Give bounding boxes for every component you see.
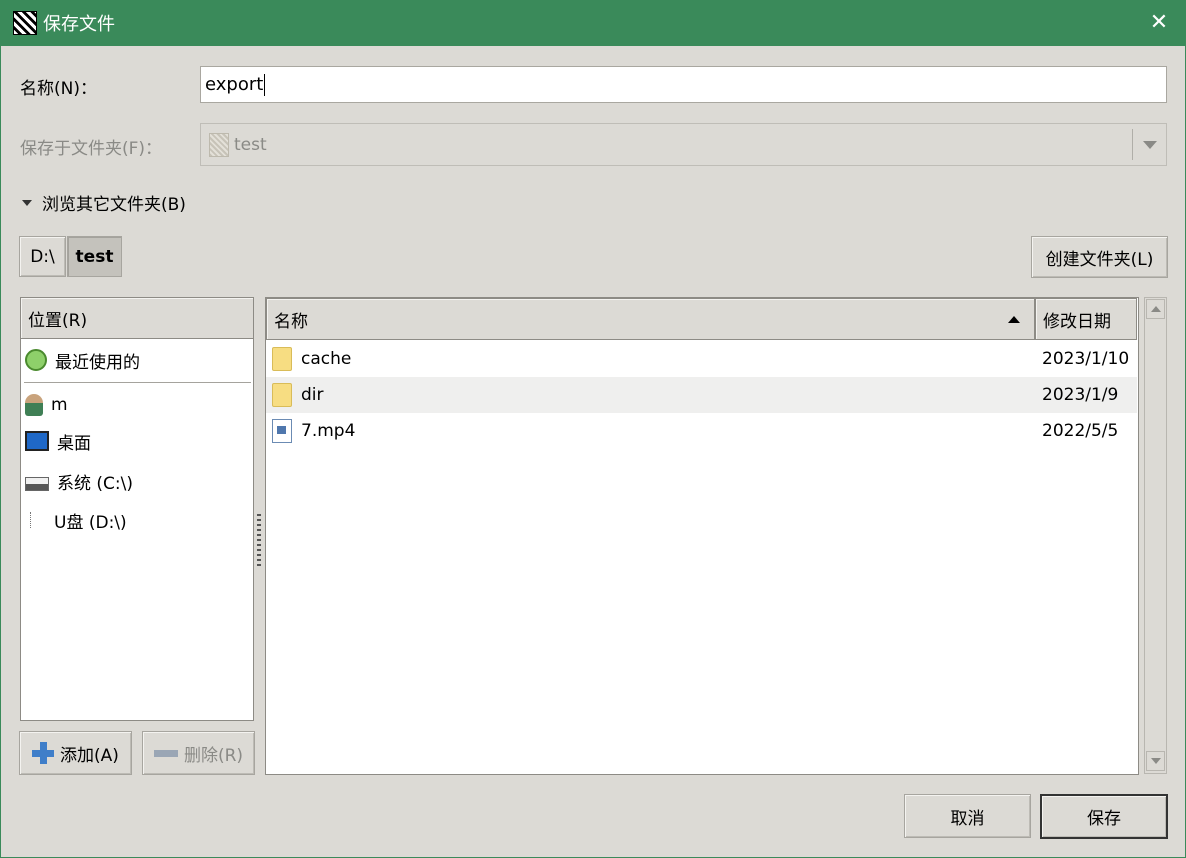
file-date: 2023/1/10 — [1042, 349, 1130, 369]
plus-icon — [32, 742, 55, 764]
cancel-label: 取消 — [950, 808, 985, 829]
folder-icon — [272, 347, 292, 371]
file-name: cache — [301, 349, 352, 369]
recent-icon — [25, 349, 47, 371]
cancel-button[interactable]: 取消 — [904, 794, 1031, 838]
place-recent[interactable]: 最近使用的 — [22, 342, 140, 378]
sort-ascending-icon — [1008, 316, 1020, 323]
filename-value: export — [205, 74, 264, 95]
dropdown-button[interactable] — [1132, 129, 1166, 160]
column-name-label: 名称 — [274, 311, 308, 332]
save-button[interactable]: 保存 — [1040, 794, 1168, 839]
column-header-date[interactable]: 修改日期 — [1035, 298, 1137, 340]
browse-folders-label: 浏览其它文件夹(B) — [42, 195, 186, 215]
add-place-button[interactable]: 添加(A) — [19, 731, 132, 775]
place-usb-drive[interactable]: U盘 (D:\) — [22, 502, 127, 538]
minus-icon — [153, 749, 178, 757]
save-in-label: 保存于文件夹(F)： — [20, 139, 163, 159]
column-header-name[interactable]: 名称 — [266, 298, 1035, 340]
save-label: 保存 — [1087, 809, 1121, 829]
file-date: 2023/1/9 — [1042, 385, 1119, 405]
place-label: 最近使用的 — [55, 352, 140, 373]
close-icon: ✕ — [1149, 9, 1169, 35]
usb-drive-icon — [30, 512, 40, 528]
file-date: 2022/5/5 — [1042, 421, 1119, 441]
chevron-down-icon — [1142, 140, 1157, 149]
app-icon — [13, 11, 37, 35]
close-button[interactable]: ✕ — [1146, 9, 1172, 35]
places-separator — [24, 382, 251, 383]
text-caret — [264, 74, 266, 96]
folder-icon — [272, 383, 292, 407]
file-name: 7.mp4 — [301, 421, 356, 441]
file-row[interactable]: cache 2023/1/10 — [266, 341, 1137, 377]
pane-resize-handle[interactable] — [257, 514, 261, 566]
place-system-drive[interactable]: 系统 (C:\) — [22, 463, 133, 499]
window-title: 保存文件 — [43, 14, 115, 35]
place-user[interactable]: m — [22, 387, 68, 423]
place-label: U盘 (D:\) — [54, 512, 127, 533]
places-header-label: 位置(R) — [28, 310, 88, 331]
expander-arrow-icon — [22, 199, 32, 206]
places-header[interactable]: 位置(R) — [20, 297, 254, 339]
file-name: dir — [301, 385, 324, 405]
save-in-value: test — [234, 134, 267, 155]
video-file-icon — [272, 419, 292, 443]
scroll-up-button[interactable] — [1146, 299, 1165, 319]
drive-icon — [25, 477, 49, 491]
user-icon — [25, 394, 43, 416]
place-label: 桌面 — [57, 433, 91, 454]
create-folder-button[interactable]: 创建文件夹(L) — [1031, 236, 1168, 278]
filename-input[interactable]: export — [200, 66, 1167, 103]
path-crumb-drive[interactable]: D:\ — [19, 236, 66, 277]
path-crumb-label: D:\ — [30, 246, 55, 267]
browse-folders-expander[interactable]: 浏览其它文件夹(B) — [22, 190, 186, 215]
save-in-folder-select[interactable]: test — [200, 123, 1167, 166]
place-label: 系统 (C:\) — [57, 473, 133, 494]
path-crumb-label: test — [75, 246, 114, 267]
folder-icon — [209, 132, 229, 157]
remove-place-button[interactable]: 删除(R) — [142, 731, 255, 775]
desktop-icon — [25, 431, 49, 451]
place-label: m — [51, 395, 68, 415]
path-crumb-test[interactable]: test — [67, 236, 122, 277]
name-label: 名称(N)： — [20, 79, 97, 99]
arrow-up-icon — [1150, 306, 1161, 312]
file-row[interactable]: dir 2023/1/9 — [266, 377, 1137, 413]
place-desktop[interactable]: 桌面 — [22, 423, 91, 459]
column-date-label: 修改日期 — [1043, 311, 1111, 332]
create-folder-label: 创建文件夹(L) — [1045, 249, 1154, 270]
vertical-scrollbar[interactable] — [1144, 297, 1167, 774]
add-place-label: 添加(A) — [60, 745, 119, 766]
remove-place-label: 删除(R) — [183, 745, 244, 766]
scroll-down-button[interactable] — [1146, 751, 1165, 771]
title-bar: 保存文件 ✕ — [0, 0, 1186, 46]
arrow-down-icon — [1150, 758, 1161, 764]
file-row[interactable]: 7.mp4 2022/5/5 — [266, 413, 1137, 449]
